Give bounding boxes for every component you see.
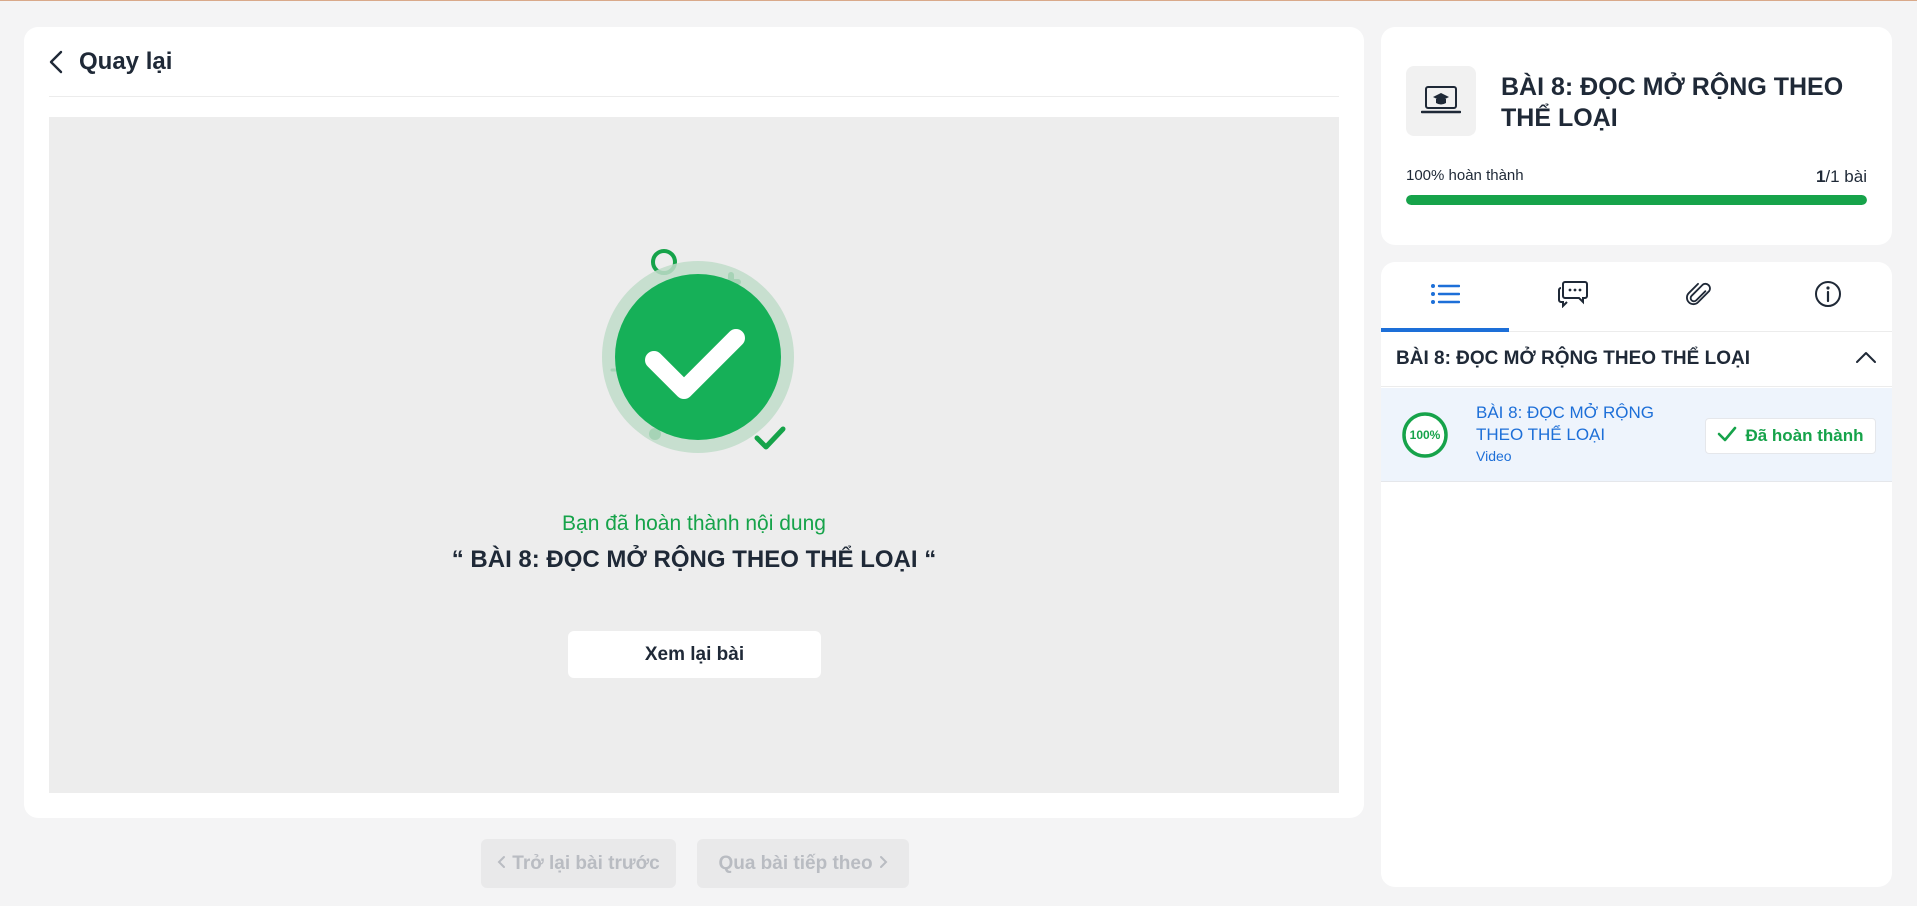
tab-info[interactable] — [1764, 262, 1892, 331]
info-icon — [1814, 280, 1842, 313]
lesson-title[interactable]: BÀI 8: ĐỌC MỞ RỘNG THEO THỂ LOẠI — [1476, 402, 1676, 446]
progress-count-total: /1 bài — [1825, 167, 1867, 186]
section-title: BÀI 8: ĐỌC MỞ RỘNG THEO THỂ LOẠI — [1396, 348, 1750, 369]
course-title: BÀI 8: ĐỌC MỞ RỘNG THEO THỂ LOẠI — [1501, 73, 1844, 132]
review-lesson-button[interactable]: Xem lại bài — [568, 631, 821, 678]
chevron-right-icon — [879, 853, 888, 875]
lesson-type: Video — [1476, 448, 1512, 464]
completion-message: Bạn đã hoàn thành nội dung — [562, 512, 826, 535]
header-bar: Quay lại — [49, 27, 1339, 97]
completed-status-badge: Đã hoàn thành — [1705, 418, 1876, 454]
progress-label: 100% hoàn thành — [1406, 167, 1524, 184]
comments-icon — [1557, 280, 1589, 313]
lesson-item[interactable]: 100% BÀI 8: ĐỌC MỞ RỘNG THEO THỂ LOẠI Vi… — [1381, 388, 1892, 482]
chevron-left-icon — [49, 50, 65, 74]
back-label: Quay lại — [79, 47, 173, 75]
progress-count: 1/1 bài — [1816, 167, 1867, 187]
progress-count-done: 1 — [1815, 167, 1826, 186]
back-button[interactable]: Quay lại — [49, 48, 172, 76]
lesson-sidebar: BÀI 8: ĐỌC MỞ RỘNG THEO THỂ LOẠI 100% BÀ… — [1381, 262, 1892, 887]
completed-status-label: Đã hoàn thành — [1745, 426, 1864, 445]
tab-comments[interactable] — [1509, 262, 1637, 331]
chevron-left-icon — [497, 853, 506, 875]
section-header[interactable]: BÀI 8: ĐỌC MỞ RỘNG THEO THỂ LOẠI — [1381, 332, 1892, 387]
next-lesson-button[interactable]: Qua bài tiếp theo — [697, 839, 909, 888]
lesson-content-card: Quay lại Bạn đã hoàn thành nội dung “ BÀ… — [24, 27, 1364, 818]
success-check-illustration — [602, 249, 794, 453]
tab-attachments[interactable] — [1637, 262, 1765, 331]
top-border — [0, 0, 1917, 1]
progress-bar — [1406, 195, 1867, 205]
laptop-graduation-cap-icon — [1406, 66, 1476, 136]
check-icon — [1717, 426, 1737, 447]
previous-lesson-button[interactable]: Trở lại bài trước — [481, 839, 676, 888]
tab-lessons[interactable] — [1381, 262, 1509, 332]
paperclip-icon — [1686, 280, 1714, 313]
sidebar-tabs — [1381, 262, 1892, 332]
progress-bar-fill — [1406, 195, 1867, 205]
list-icon — [1430, 282, 1461, 311]
course-summary-card: BÀI 8: ĐỌC MỞ RỘNG THEO THỂ LOẠI 100% ho… — [1381, 27, 1892, 245]
next-lesson-label: Qua bài tiếp theo — [718, 852, 873, 874]
completion-stage: Bạn đã hoàn thành nội dung “ BÀI 8: ĐỌC … — [49, 117, 1339, 793]
previous-lesson-label: Trở lại bài trước — [512, 852, 660, 874]
chevron-up-icon[interactable] — [1855, 350, 1877, 369]
lesson-progress-text: 100% — [1409, 428, 1441, 442]
completed-lesson-title: “ BÀI 8: ĐỌC MỞ RỘNG THEO THỂ LOẠI “ — [451, 546, 937, 573]
